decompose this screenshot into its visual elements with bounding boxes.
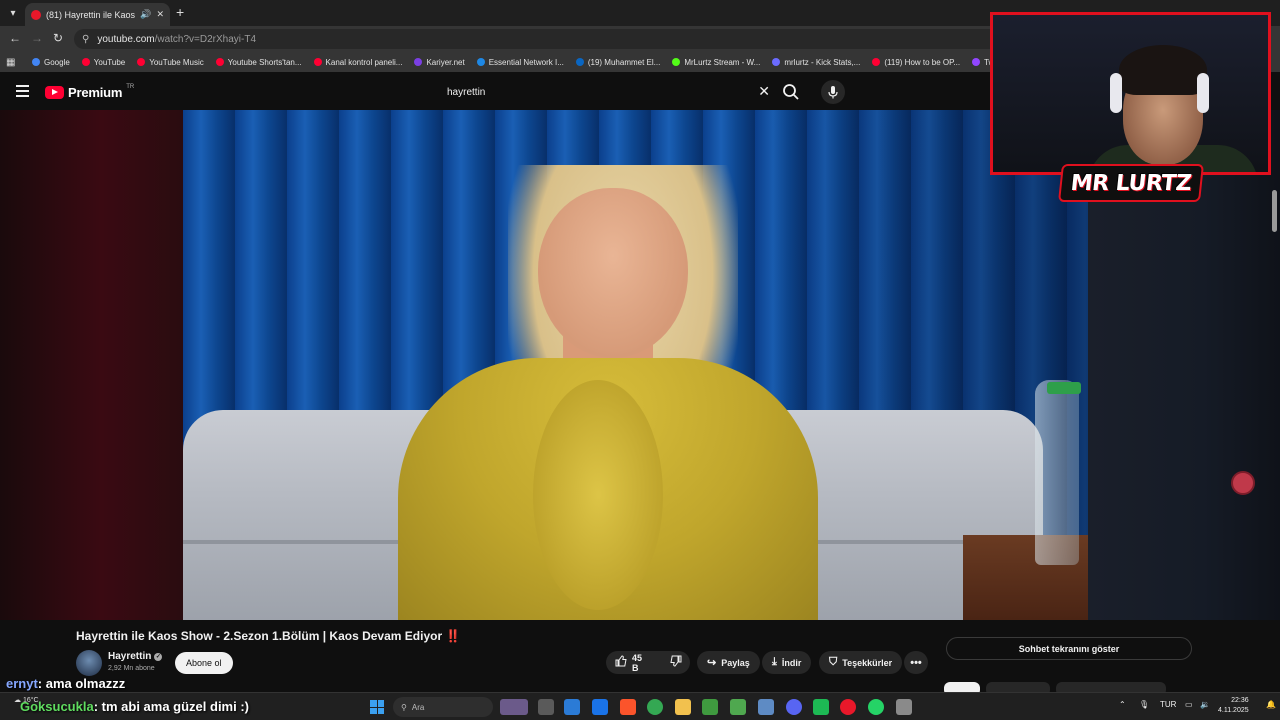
youtube-premium-logo[interactable]: Premium TR bbox=[45, 84, 134, 100]
ambient-glow-left bbox=[0, 110, 183, 620]
channel-name[interactable]: Hayrettin ✓ bbox=[108, 651, 163, 662]
site-settings-icon[interactable]: ⚲ bbox=[82, 34, 89, 45]
close-icon[interactable]: ✕ bbox=[156, 9, 164, 20]
notepad-icon[interactable] bbox=[896, 699, 912, 715]
bookmark-kariyer[interactable]: Kariyer.net bbox=[410, 58, 472, 67]
youtube-icon bbox=[81, 58, 90, 66]
youtube-play-icon bbox=[45, 86, 64, 99]
search-input[interactable]: hayrettin ✕ bbox=[438, 80, 776, 104]
person-face bbox=[538, 188, 688, 358]
language-indicator[interactable]: TUR bbox=[1160, 700, 1176, 709]
stats-icon bbox=[772, 58, 781, 66]
system-clock[interactable]: 22:36 4.11.2025 bbox=[1218, 696, 1249, 716]
windows-start-icon[interactable] bbox=[370, 700, 384, 714]
taskbar-search[interactable]: ⚲ Ara bbox=[393, 697, 493, 717]
bookmark-youtube-shorts[interactable]: Youtube Shorts'tan... bbox=[212, 58, 310, 67]
thumbs-down-icon bbox=[670, 655, 682, 670]
streamer-brand-logo: MR LURTZ bbox=[1058, 164, 1204, 202]
kariyer-icon bbox=[414, 58, 423, 66]
share-arrow-icon: ↪ bbox=[707, 657, 717, 669]
tray-microphone-icon[interactable]: 🎙 bbox=[1139, 700, 1149, 709]
water-bottle bbox=[1035, 380, 1079, 565]
download-icon: ⤓ bbox=[772, 656, 777, 668]
thumbs-up-icon bbox=[615, 655, 627, 670]
bookmark-kick-stats[interactable]: mrlurtz - Kick Stats,... bbox=[768, 58, 868, 67]
network-icon[interactable]: ▭ bbox=[1185, 700, 1193, 709]
share-button[interactable]: ↪ Paylaş bbox=[697, 651, 760, 674]
channel-watermark-icon[interactable] bbox=[1231, 471, 1255, 495]
url-text: youtube.com/watch?v=D2rXhayi-T4 bbox=[97, 33, 257, 45]
youtube-icon bbox=[215, 58, 224, 66]
chat-message: Goksucukla: tm abi ama güzel dimi :) bbox=[20, 699, 249, 714]
plus-icon[interactable]: + bbox=[176, 4, 184, 20]
microphone-icon[interactable] bbox=[821, 80, 845, 104]
chrome-icon[interactable] bbox=[647, 699, 663, 715]
youtube-favicon-icon bbox=[31, 9, 41, 20]
linkedin-icon bbox=[575, 58, 584, 66]
search-icon: ⚲ bbox=[401, 702, 407, 712]
tray-chevron-up-icon[interactable]: ⌃ bbox=[1119, 700, 1126, 709]
bookmark-essential-network[interactable]: Essential Network I... bbox=[473, 58, 572, 67]
bookmark-linkedin[interactable]: (19) Muhammet El... bbox=[572, 58, 668, 67]
more-actions-button[interactable]: ••• bbox=[904, 651, 928, 674]
task-view-icon[interactable] bbox=[538, 699, 554, 715]
thanks-button[interactable]: ⛉ Teşekkürler bbox=[819, 651, 903, 674]
apps-grid-icon[interactable]: ▦ bbox=[6, 57, 28, 68]
subscriber-count: 2,92 Mn abone bbox=[108, 665, 155, 672]
verified-badge-icon: ✓ bbox=[154, 652, 163, 661]
youtube-music-icon bbox=[137, 58, 146, 66]
more-horizontal-icon: ••• bbox=[910, 656, 922, 669]
forward-arrow-icon[interactable]: → bbox=[31, 31, 43, 45]
page-scrollbar[interactable] bbox=[1272, 190, 1277, 232]
video-title: Hayrettin ile Kaos Show - 2.Sezon 1.Bölü… bbox=[76, 629, 461, 643]
like-button[interactable]: 45 B bbox=[606, 651, 651, 674]
plus-square-icon bbox=[476, 58, 485, 66]
reload-icon[interactable]: ↻ bbox=[53, 31, 63, 45]
search-icon[interactable] bbox=[780, 81, 802, 103]
google-icon bbox=[32, 58, 40, 66]
super-thanks-icon: ⛉ bbox=[829, 656, 838, 668]
kick-app-icon[interactable] bbox=[813, 699, 829, 715]
youtube-app-icon[interactable] bbox=[840, 699, 856, 715]
browser-tab-active[interactable]: (81) Hayrettin ile Kaos Show 🔊 ✕ bbox=[25, 3, 170, 26]
app-icon[interactable] bbox=[758, 699, 774, 715]
twitch-icon bbox=[972, 58, 981, 66]
menu-icon[interactable] bbox=[16, 85, 29, 97]
like-dislike-group: 45 B bbox=[606, 651, 690, 674]
minecraft-icon[interactable] bbox=[702, 699, 718, 715]
kick-icon bbox=[672, 58, 681, 66]
video-frame[interactable] bbox=[183, 110, 1088, 620]
download-button[interactable]: ⤓ İndir bbox=[762, 651, 812, 674]
tab-search-icon[interactable]: ▾ bbox=[5, 5, 21, 21]
minecraft-launcher-icon[interactable] bbox=[730, 699, 746, 715]
streamer-facecam bbox=[990, 12, 1271, 175]
discord-icon[interactable] bbox=[786, 699, 802, 715]
dislike-button[interactable] bbox=[661, 651, 691, 674]
bookmark-kick-stream[interactable]: MrLurtz Stream - W... bbox=[668, 58, 768, 67]
widgets-icon[interactable] bbox=[500, 699, 528, 715]
notification-bell-icon[interactable]: 🔔 bbox=[1266, 700, 1276, 709]
bookmark-google[interactable]: Google bbox=[28, 58, 78, 67]
volume-icon[interactable]: 🔉 bbox=[1200, 700, 1210, 709]
speaker-icon[interactable]: 🔊 bbox=[140, 9, 151, 20]
subscribe-button[interactable]: Abone ol bbox=[175, 652, 233, 674]
youtube-icon bbox=[872, 58, 881, 66]
store-icon[interactable] bbox=[564, 699, 580, 715]
whatsapp-icon[interactable] bbox=[868, 699, 884, 715]
tab-title: (81) Hayrettin ile Kaos Show bbox=[46, 9, 136, 20]
mail-icon[interactable] bbox=[592, 699, 608, 715]
bookmark-channel-dashboard[interactable]: Kanal kontrol paneli... bbox=[310, 58, 411, 67]
bookmark-youtube-music[interactable]: YouTube Music bbox=[133, 58, 212, 67]
channel-avatar[interactable] bbox=[76, 650, 102, 676]
back-arrow-icon[interactable]: ← bbox=[9, 31, 21, 45]
show-chat-button[interactable]: Sohbet tekranını göster bbox=[946, 637, 1192, 660]
headset-icon bbox=[1110, 73, 1122, 113]
bookmark-youtube[interactable]: YouTube bbox=[78, 58, 133, 67]
clear-search-icon[interactable]: ✕ bbox=[758, 83, 770, 100]
bookmark-youtube-video[interactable]: (119) How to be OP... bbox=[868, 58, 968, 67]
youtube-icon bbox=[313, 58, 322, 66]
chat-message: ernyt: ama olmazzz bbox=[6, 676, 126, 691]
file-explorer-icon[interactable] bbox=[675, 699, 691, 715]
brave-browser-icon[interactable] bbox=[620, 699, 636, 715]
